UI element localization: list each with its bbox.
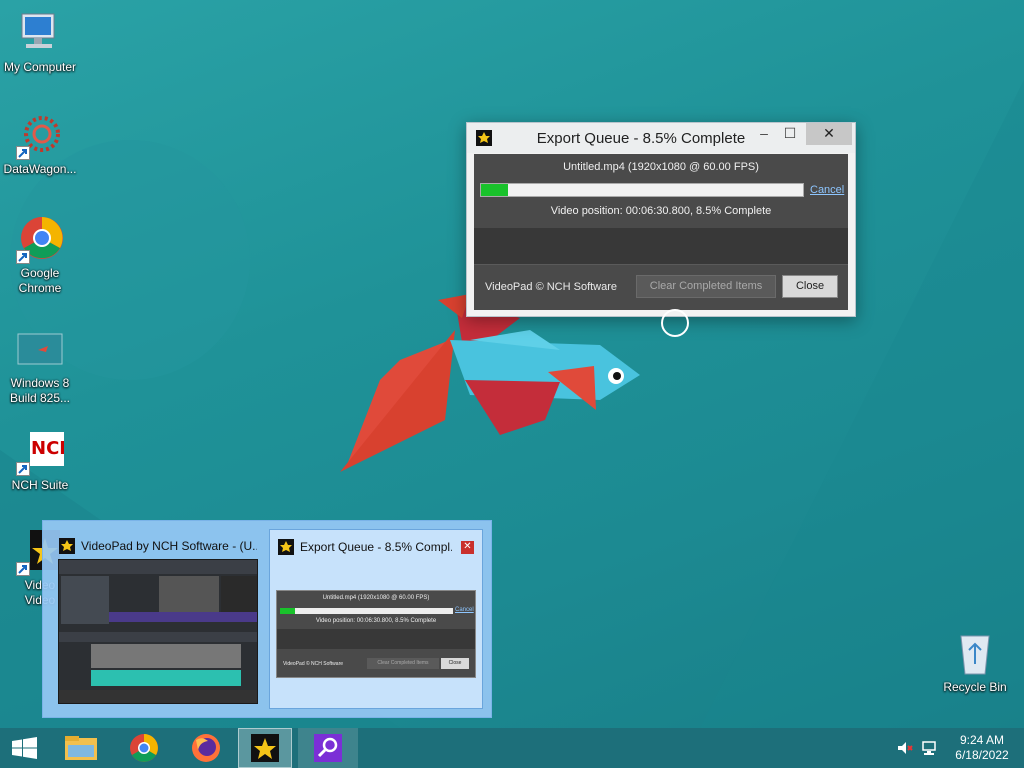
mini-file-info: Untitled.mp4 (1920x1080 @ 60.00 FPS) (322, 595, 430, 601)
computer-icon (16, 10, 64, 58)
shortcut-arrow-icon (16, 250, 30, 264)
recycle-bin-icon (951, 630, 999, 678)
mini-close-button: Close (441, 658, 469, 669)
desktop-icon-google-chrome[interactable]: Google Chrome (0, 216, 80, 296)
taskbar-google-chrome[interactable] (120, 728, 168, 768)
busy-cursor-icon (661, 309, 689, 337)
desktop-icon-label: Google Chrome (18, 266, 62, 295)
videopad-preview-image (58, 559, 258, 704)
taskbar-search-app[interactable] (298, 728, 358, 768)
window-titlebar[interactable]: Export Queue - 8.5% Complete – ☐ ✕ (467, 123, 855, 153)
export-queue-window: Export Queue - 8.5% Complete – ☐ ✕ Untit… (466, 122, 856, 317)
export-footer: VideoPad © NCH Software Clear Completed … (474, 264, 848, 310)
mini-progress-fill (280, 608, 295, 614)
clock-date: 6/18/2022 (955, 748, 1009, 762)
firefox-icon (192, 734, 220, 762)
videopad-app-icon (278, 539, 294, 555)
videopad-icon (251, 734, 279, 762)
export-queue-preview: Untitled.mp4 (1920x1080 @ 60.00 FPS) Can… (276, 590, 476, 678)
mini-cancel-link: Cancel (455, 607, 474, 613)
thumbnail-export-queue[interactable]: Export Queue - 8.5% Compl... ✕ Untitled.… (269, 529, 483, 709)
mini-queue-area (277, 629, 475, 649)
clock-time: 9:24 AM (959, 733, 1005, 747)
thumbnail-videopad-main[interactable]: VideoPad by NCH Software - (U... (51, 529, 265, 709)
nch-logo-icon: NCH (16, 428, 74, 476)
taskbar: 9:24 AM 6/18/2022 (0, 728, 1024, 768)
chrome-icon (130, 734, 158, 762)
mini-clear-button: Clear Completed Items (367, 658, 439, 669)
export-progress-fill (481, 184, 509, 196)
thumbnail-title: VideoPad by NCH Software - (U... (81, 539, 257, 553)
desktop-icon-label: Recycle Bin (943, 680, 1007, 694)
video-position-status: Video position: 00:06:30.800, 8.5% Compl… (550, 205, 772, 217)
desktop-icon-datawagon[interactable]: DataWagon... (0, 112, 80, 177)
desktop-icon-label: My Computer (3, 60, 77, 74)
taskbar-file-explorer[interactable] (57, 728, 105, 768)
speaker-muted-icon[interactable] (897, 740, 913, 756)
window-title: Export Queue - 8.5% Complete (536, 130, 746, 147)
mini-progress-bar (280, 608, 453, 614)
maximize-button[interactable]: ☐ (777, 123, 803, 145)
taskbar-thumbnail-popup: VideoPad by NCH Software - (U... Export … (42, 520, 492, 718)
start-button[interactable] (0, 728, 48, 768)
minimize-button[interactable]: – (751, 123, 777, 145)
system-clock[interactable]: 9:24 AM 6/18/2022 (950, 733, 1014, 763)
desktop-icon-label: Windows 8 Build 825... (9, 376, 71, 405)
magnifier-icon (314, 734, 342, 762)
close-window-button[interactable]: ✕ (806, 123, 852, 145)
close-button[interactable]: Close (782, 275, 838, 298)
desktop-icon-label: DataWagon... (3, 162, 77, 176)
shortcut-arrow-icon (16, 146, 30, 160)
network-icon[interactable] (921, 740, 937, 756)
desktop-icon-label: NCH Suite (11, 478, 69, 492)
chrome-icon (16, 216, 64, 264)
shortcut-arrow-icon (16, 462, 30, 476)
datawagon-icon (16, 112, 64, 160)
thumbnail-close-button[interactable]: ✕ (461, 541, 474, 554)
export-file-info: Untitled.mp4 (1920x1080 @ 60.00 FPS) (563, 161, 759, 173)
mini-position-status: Video position: 00:06:30.800, 8.5% Compl… (315, 618, 437, 624)
svg-text:NCH: NCH (31, 438, 64, 459)
desktop: My Computer DataWagon... Google Chrome W… (0, 0, 1024, 728)
queue-list-area (474, 228, 848, 264)
taskbar-videopad[interactable] (238, 728, 292, 768)
cancel-link[interactable]: Cancel (810, 184, 844, 196)
taskbar-firefox[interactable] (182, 728, 230, 768)
export-queue-content: Untitled.mp4 (1920x1080 @ 60.00 FPS) Can… (474, 154, 848, 310)
desktop-icon-my-computer[interactable]: My Computer (0, 10, 80, 75)
clear-completed-items-button[interactable]: Clear Completed Items (636, 275, 776, 298)
shortcut-arrow-icon (16, 562, 30, 576)
desktop-icon-nch-suite[interactable]: NCH NCH Suite (0, 428, 80, 493)
desktop-icon-windows-8-build[interactable]: Windows 8 Build 825... (0, 326, 80, 406)
mini-brand: VideoPad © NCH Software (283, 661, 344, 667)
windows-logo-icon (12, 737, 37, 759)
folder-icon (65, 736, 97, 760)
desktop-icon-recycle-bin[interactable]: Recycle Bin (935, 630, 1015, 695)
windows-8-thumbnail-icon (16, 326, 64, 374)
brand-label: VideoPad © NCH Software (485, 281, 618, 293)
export-progress-bar (480, 183, 804, 197)
thumbnail-title: Export Queue - 8.5% Compl... (300, 540, 452, 554)
videopad-app-icon (59, 538, 75, 554)
